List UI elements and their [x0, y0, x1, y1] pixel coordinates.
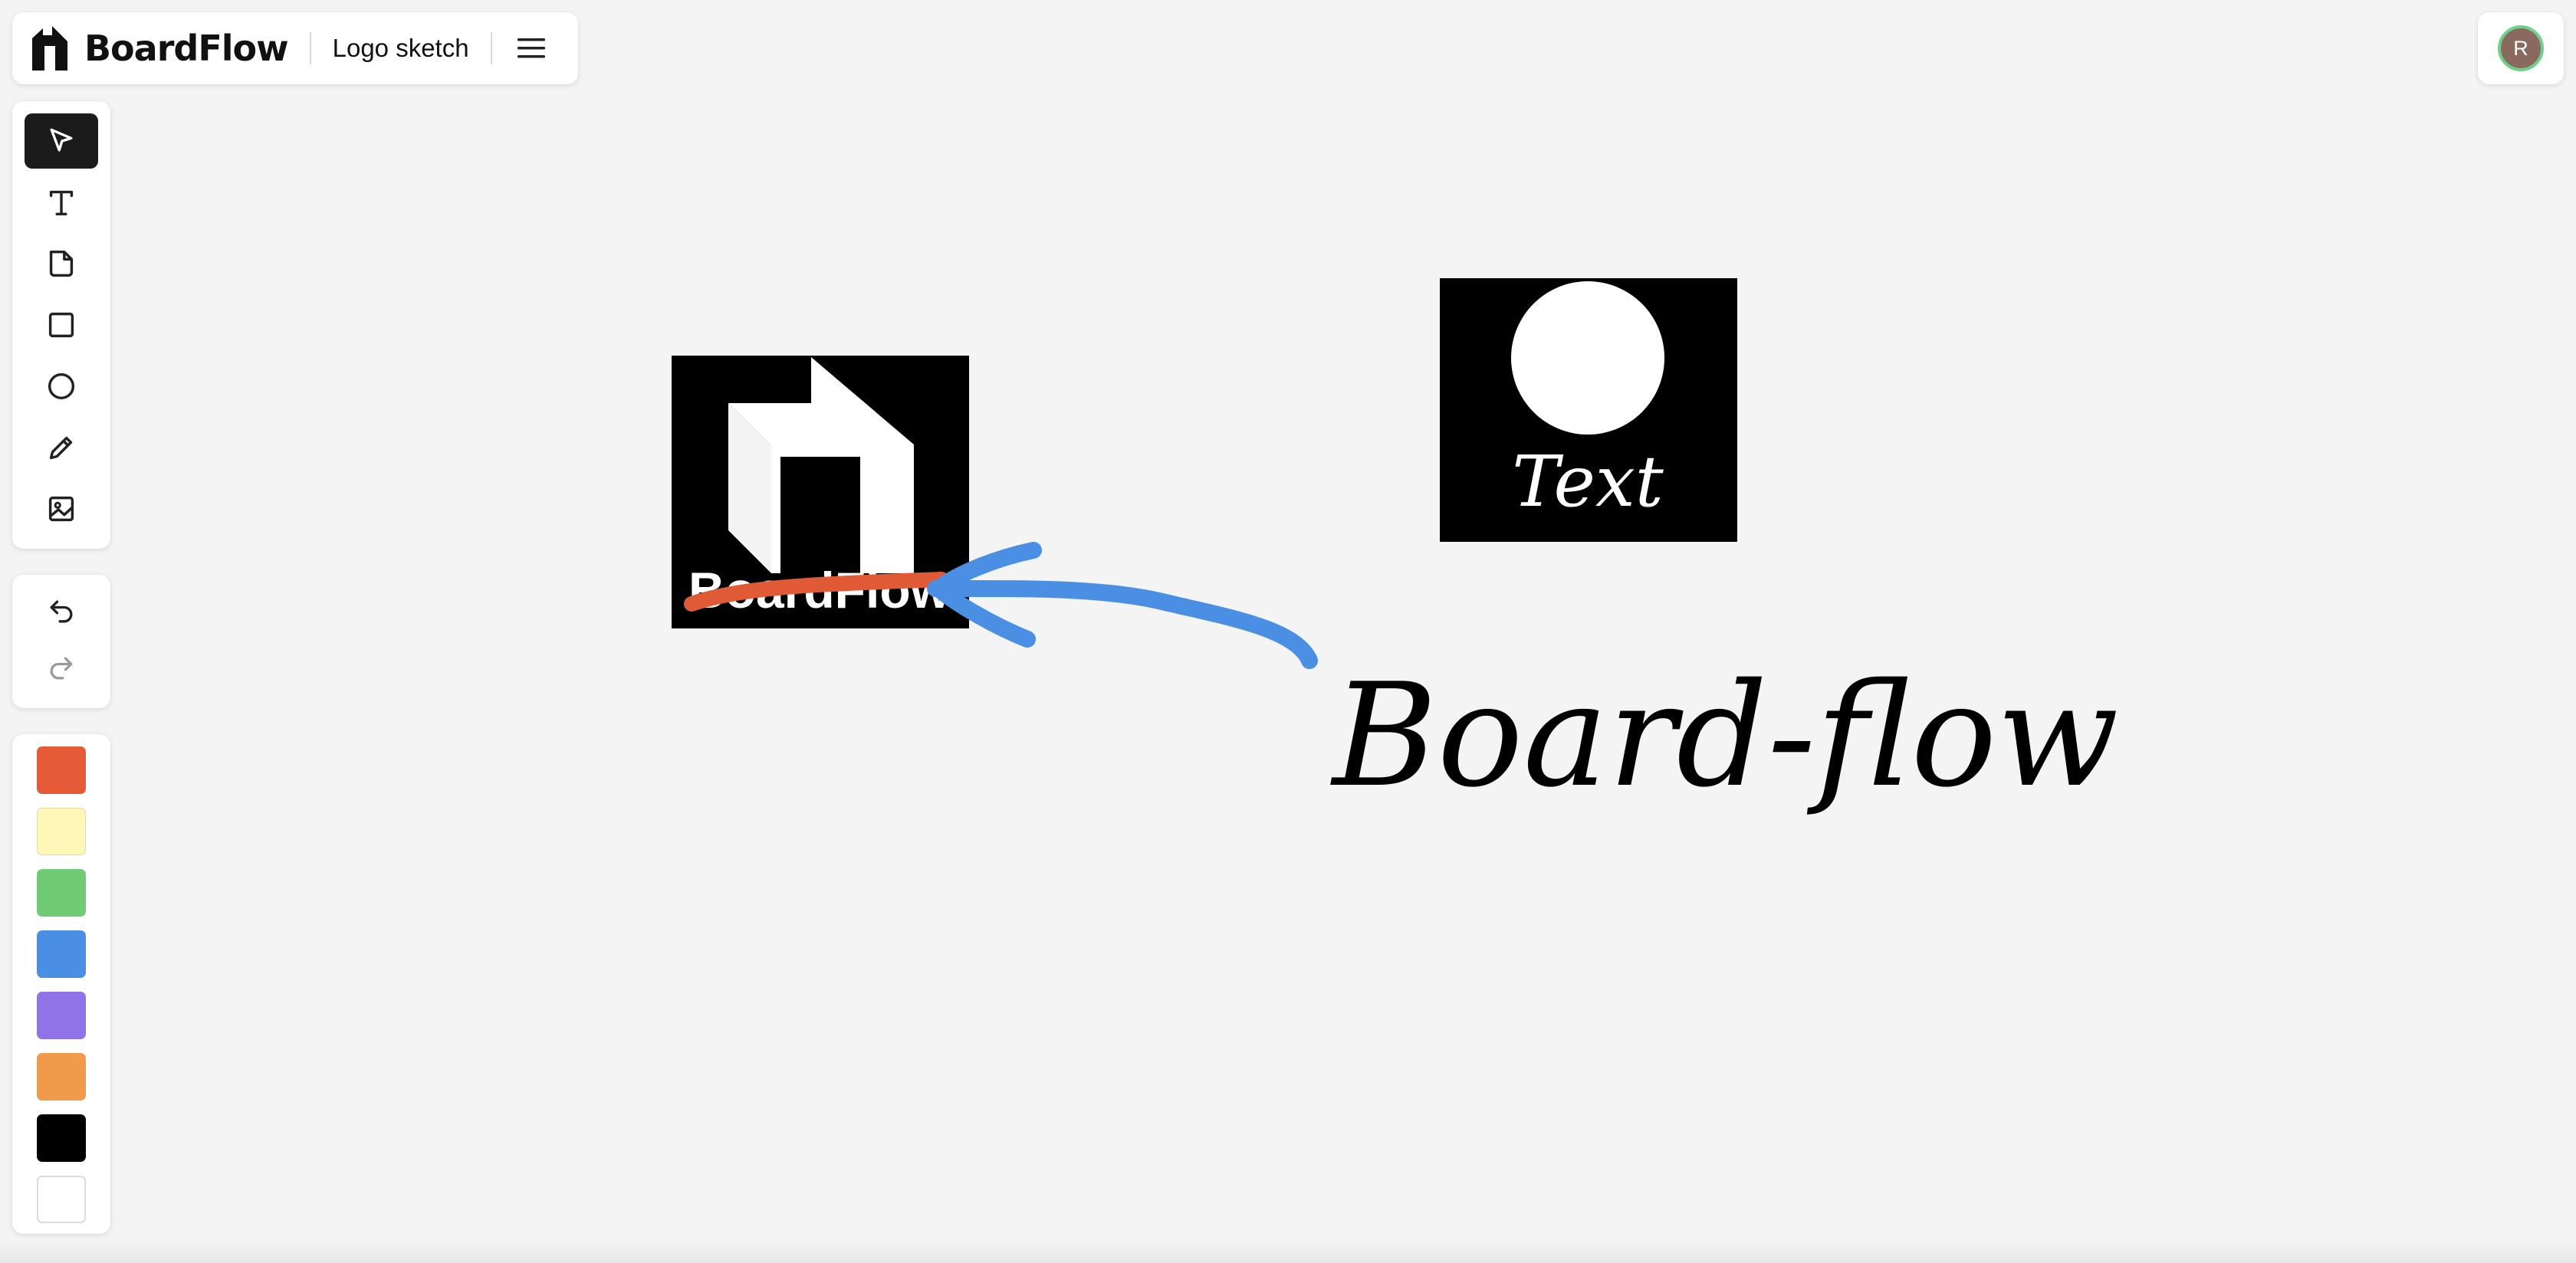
pen-tool-button[interactable] [25, 420, 98, 475]
color-swatch-blue[interactable] [37, 930, 86, 978]
color-swatch-orange[interactable] [37, 1053, 86, 1101]
color-swatch-black[interactable] [37, 1114, 86, 1162]
color-swatch-yellow[interactable] [37, 808, 86, 855]
red-strike-stroke [684, 572, 949, 612]
color-swatch-red[interactable] [37, 746, 86, 794]
color-swatch-green[interactable] [37, 869, 86, 917]
ellipse-tool-button[interactable] [25, 359, 98, 414]
image-tool-button[interactable] [25, 481, 98, 536]
sticky-note-icon [49, 250, 74, 277]
cursor-arrow-icon [50, 128, 73, 152]
divider [309, 32, 311, 64]
board-layer: BoardFlow Text Board-flow [672, 278, 2119, 818]
redo-icon [50, 657, 73, 680]
text-card-label: Text [1512, 441, 1664, 523]
image-icon [48, 496, 74, 522]
document-title[interactable]: Logo sketch [333, 34, 469, 63]
color-swatch-white[interactable] [37, 1176, 86, 1223]
circle-icon [48, 372, 75, 400]
text-image-card[interactable]: Text [1440, 278, 1737, 542]
color-palette [12, 734, 110, 1234]
text-tool-button[interactable] [25, 175, 98, 230]
menu-button[interactable] [504, 21, 558, 75]
undo-icon [50, 600, 73, 623]
square-icon [48, 312, 74, 338]
user-panel: R [2478, 12, 2564, 84]
sticky-note-tool-button[interactable] [25, 236, 98, 291]
tool-palette [12, 101, 110, 549]
pencil-icon [49, 436, 73, 460]
select-tool-button[interactable] [25, 113, 98, 169]
avatar[interactable]: R [2498, 25, 2544, 71]
rectangle-tool-button[interactable] [25, 297, 98, 353]
top-bar: BoardFlow Logo sketch [12, 12, 578, 84]
color-swatch-purple[interactable] [37, 992, 86, 1039]
undo-button[interactable] [25, 584, 98, 639]
bottom-edge [0, 1240, 2576, 1263]
brand-name: BoardFlow [84, 28, 289, 69]
logo-image-card[interactable]: BoardFlow [672, 356, 969, 628]
hamburger-menu-icon [517, 38, 545, 58]
text-icon [49, 190, 74, 216]
history-controls [12, 575, 110, 708]
boardflow-logo-icon [28, 25, 75, 72]
divider [490, 32, 492, 64]
blue-arrow-stroke [927, 542, 1318, 669]
whiteboard-canvas[interactable]: BoardFlow Logo sketch R BoardFlow Text B… [0, 0, 2576, 1263]
redo-button[interactable] [25, 641, 98, 696]
handwritten-text: Board-flow [1330, 652, 2119, 818]
logo-card-text: BoardFlow [688, 562, 951, 618]
